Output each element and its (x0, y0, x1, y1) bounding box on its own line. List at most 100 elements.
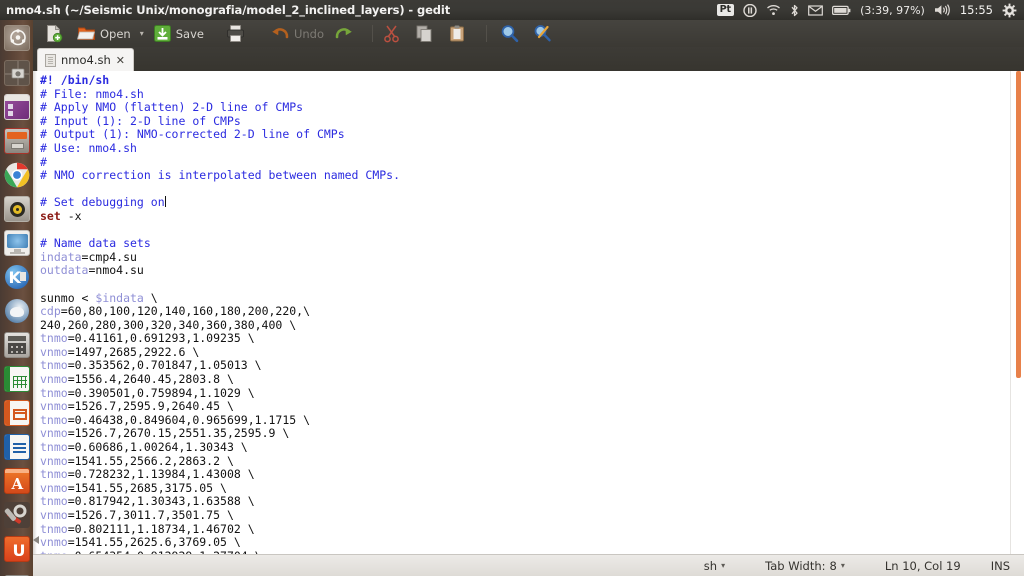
launcher-item-seismic-unix[interactable] (0, 192, 33, 226)
okular-viewer-icon (4, 298, 30, 324)
code-line: # Output (1): NMO-corrected 2-D line of … (40, 127, 345, 142)
chevron-down-icon: ▾ (721, 561, 726, 570)
code-line: tnmo=0.728232,1.13984,1.43008 \ (40, 467, 255, 482)
launcher-item-screenshot-tool[interactable] (0, 56, 33, 90)
source-code-text[interactable]: #! /bin/sh # File: nmo4.sh # Apply NMO (fl… (40, 73, 1010, 554)
code-line: # Name data sets (40, 236, 151, 251)
save-button[interactable]: Save (148, 21, 209, 46)
code-line: cdp=60,80,100,120,140,160,180,200,220,\ (40, 304, 311, 319)
code-line: tnmo=0.46438,0.849604,0.965699,1.1715 \ (40, 412, 311, 427)
tab-width-selector[interactable]: Tab Width: 8 ▾ (765, 559, 845, 573)
messaging-envelope-icon[interactable] (808, 4, 824, 16)
tab-width-label: Tab Width: (765, 558, 826, 573)
tab-label: nmo4.sh (61, 53, 111, 67)
code-line: #! /bin/sh (40, 73, 110, 87)
code-line: sunmo < $indata \ (40, 290, 158, 305)
save-label: Save (175, 26, 204, 41)
launcher-item-okular-viewer[interactable] (0, 294, 33, 328)
archive-manager-icon (3, 128, 30, 154)
libreoffice-impress-icon (3, 400, 30, 426)
volume-icon[interactable] (934, 4, 951, 16)
ubuntu-dash-icon (3, 25, 30, 51)
system-settings-icon (3, 502, 30, 528)
launcher-item-remote-desktop[interactable] (0, 226, 33, 260)
code-line: vnmo=1526.7,2595.9,2640.45 \ (40, 399, 234, 414)
code-line: tnmo=0.802111,1.18734,1.46702 \ (40, 521, 255, 536)
language-label: sh (703, 558, 718, 573)
code-line: # File: nmo4.sh (40, 86, 144, 101)
copy-button[interactable] (410, 21, 443, 46)
screenshot-tool-icon (3, 60, 30, 86)
launcher-item-adobe-reader[interactable]: A (0, 464, 33, 498)
gedit-status-bar: sh ▾ Tab Width: 8 ▾ Ln 10, Col 19 INS (33, 554, 1024, 576)
battery-status-text: (3:39, 97%) (860, 3, 925, 17)
code-line: tnmo=0.60686,1.00264,1.30343 \ (40, 440, 248, 455)
launcher-item-ubuntu-software[interactable]: U (0, 532, 33, 566)
open-dropdown-button[interactable]: ▾ (136, 21, 148, 46)
media-pause-icon[interactable] (743, 3, 757, 17)
vertical-scrollbar-track[interactable] (1010, 71, 1024, 554)
seismic-unix-icon (3, 196, 30, 222)
replace-button[interactable] (528, 21, 561, 46)
insert-mode-indicator: INS (990, 558, 1010, 573)
launcher-item-system-settings[interactable] (0, 498, 33, 532)
code-line: # Use: nmo4.sh (40, 140, 137, 155)
kile-editor-icon: K (4, 264, 30, 290)
launcher-item-libreoffice-calc[interactable] (0, 362, 33, 396)
new-document-button[interactable] (39, 21, 72, 46)
undo-label: Undo (293, 26, 325, 41)
document-tab-bar: nmo4.sh ✕ (33, 47, 1024, 71)
launcher-item-ubuntu-dash[interactable] (0, 20, 33, 56)
launcher-item-calculator[interactable] (0, 328, 33, 362)
unity-launcher: K A U (0, 20, 33, 576)
desktop-screen: nmo4.sh (~/Seismic Unix/monografia/model… (0, 0, 1024, 576)
code-line: # Apply NMO (flatten) 2-D line of CMPs (40, 100, 304, 115)
code-line: # NMO correction is interpolated between… (40, 168, 401, 183)
code-line: tnmo=0.353562,0.701847,1.05013 \ (40, 358, 262, 373)
code-line: vnmo=1541.55,2625.6,3769.05 \ (40, 535, 241, 550)
cursor-position: Ln 10, Col 19 (884, 558, 961, 573)
code-line: set -x (40, 208, 82, 223)
vertical-scrollbar-thumb[interactable] (1016, 71, 1021, 378)
paste-button[interactable] (443, 21, 476, 46)
launcher-item-kile-editor[interactable]: K (0, 260, 33, 294)
gedit-window: Open ▾ Save Undo nmo4.sh ✕ #! /bin/sh # … (33, 20, 1024, 576)
editor-area[interactable]: #! /bin/sh # File: nmo4.sh # Apply NMO (fl… (33, 71, 1024, 554)
session-gear-icon[interactable] (1002, 3, 1017, 18)
print-button[interactable] (221, 21, 254, 46)
code-line: tnmo=0.41161,0.691293,1.09235 \ (40, 331, 255, 346)
code-line: tnmo=0.817942,1.30343,1.63588 \ (40, 494, 255, 509)
close-icon[interactable]: ✕ (116, 55, 125, 66)
code-line: vnmo=1497,2685,2922.6 \ (40, 344, 200, 359)
code-line: indata=cmp4.su (40, 249, 137, 264)
launcher-item-archive-manager[interactable] (0, 124, 33, 158)
bluetooth-icon[interactable] (790, 4, 799, 17)
tab-nmo4-sh[interactable]: nmo4.sh ✕ (37, 48, 134, 71)
battery-icon[interactable] (832, 5, 851, 16)
launcher-item-files-nautilus[interactable] (0, 90, 33, 124)
code-line: outdata=nmo4.su (40, 263, 144, 278)
google-chrome-icon (4, 162, 30, 188)
unity-top-panel: nmo4.sh (~/Seismic Unix/monografia/model… (0, 0, 1024, 20)
launcher-item-google-chrome[interactable] (0, 158, 33, 192)
left-gutter (33, 71, 37, 554)
language-selector[interactable]: sh ▾ (704, 559, 725, 573)
undo-button[interactable]: Undo (266, 21, 329, 46)
code-line: tnmo=0.654354,0.912929,1.27704 \ (40, 549, 1010, 554)
launcher-item-libreoffice-impress[interactable] (0, 396, 33, 430)
document-icon (45, 53, 56, 67)
keyboard-layout-icon[interactable]: Pt (716, 4, 735, 16)
redo-button[interactable] (329, 21, 362, 46)
find-button[interactable] (495, 21, 528, 46)
gedit-toolbar: Open ▾ Save Undo (33, 20, 1024, 47)
wifi-icon[interactable] (766, 4, 781, 16)
clock[interactable]: 15:55 (960, 3, 993, 17)
open-button[interactable]: Open (72, 21, 136, 46)
launcher-item-printers[interactable] (0, 566, 33, 576)
tab-width-value: 8 (829, 558, 837, 573)
cut-button[interactable] (377, 21, 410, 46)
launcher-item-libreoffice-writer[interactable] (0, 430, 33, 464)
files-nautilus-icon (3, 94, 30, 120)
